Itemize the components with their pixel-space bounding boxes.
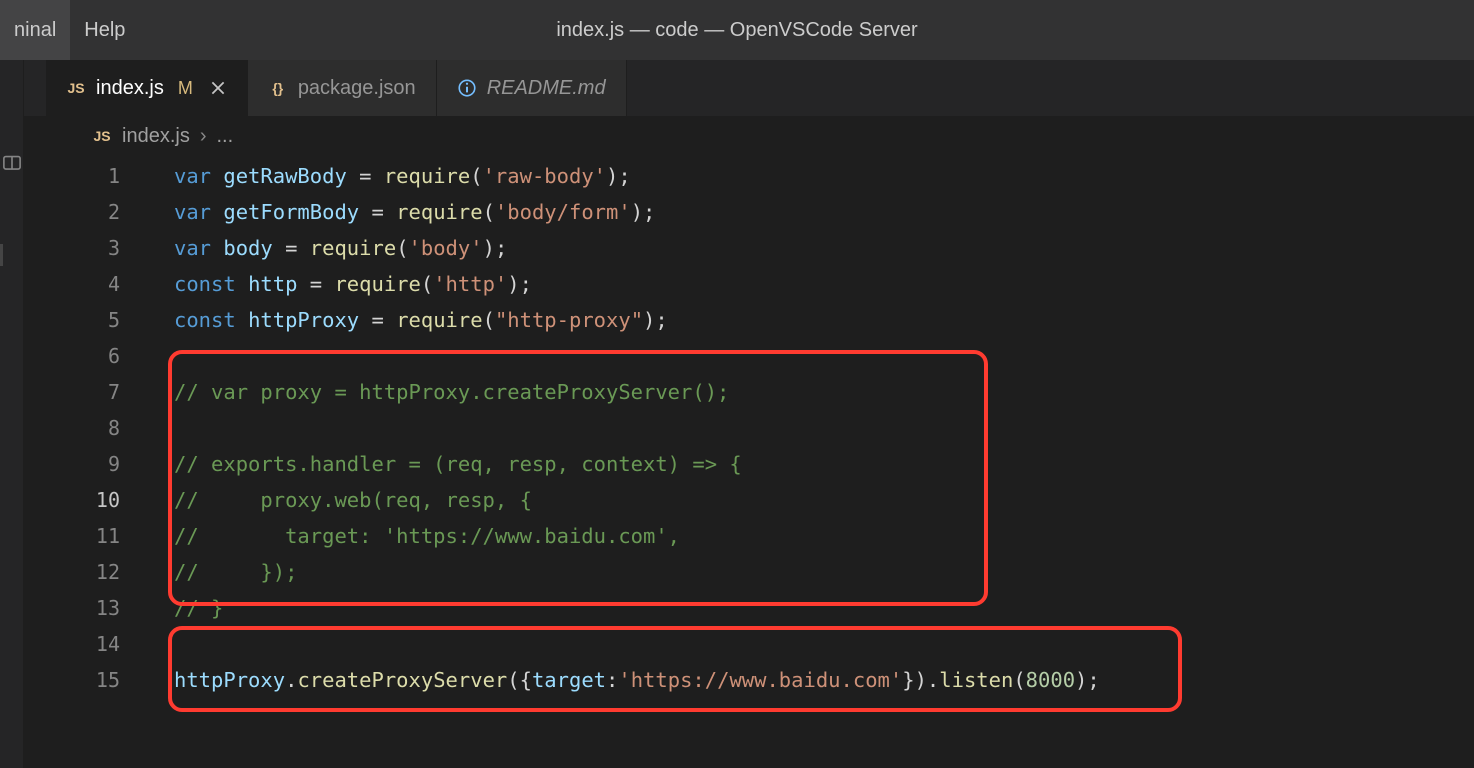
tab-label: index.js xyxy=(96,77,164,100)
tab-label: package.json xyxy=(298,77,416,100)
code-line[interactable]: var body = require('body'); xyxy=(174,230,1474,266)
editor-area: JS index.js M {} package.json xyxy=(24,60,1474,768)
line-number: 2 xyxy=(24,194,154,230)
js-file-icon: JS xyxy=(66,80,86,96)
layout-icon[interactable] xyxy=(2,154,22,178)
code-line[interactable]: var getFormBody = require('body/form'); xyxy=(174,194,1474,230)
js-file-icon: JS xyxy=(92,128,112,144)
tab-label: README.md xyxy=(487,77,606,100)
code-line[interactable]: httpProxy.createProxyServer({target:'htt… xyxy=(174,662,1474,698)
line-number: 10 xyxy=(24,482,154,518)
code-line[interactable]: // var proxy = httpProxy.createProxyServ… xyxy=(174,374,1474,410)
line-number: 1 xyxy=(24,158,154,194)
line-number: 4 xyxy=(24,266,154,302)
info-icon xyxy=(457,78,477,98)
code-line[interactable] xyxy=(174,626,1474,662)
tab-readme-md[interactable]: README.md xyxy=(437,60,627,116)
line-number: 3 xyxy=(24,230,154,266)
breadcrumbs[interactable]: JS index.js › ... xyxy=(24,116,1474,156)
code-line[interactable]: // proxy.web(req, resp, { xyxy=(174,482,1474,518)
code-content[interactable]: var getRawBody = require('raw-body'); va… xyxy=(174,158,1474,698)
line-number: 13 xyxy=(24,590,154,626)
code-line[interactable]: // target: 'https://www.baidu.com', xyxy=(174,518,1474,554)
line-number: 6 xyxy=(24,338,154,374)
line-number: 14 xyxy=(24,626,154,662)
code-line[interactable]: // }); xyxy=(174,554,1474,590)
code-line[interactable] xyxy=(174,338,1474,374)
line-number: 8 xyxy=(24,410,154,446)
code-line[interactable]: // exports.handler = (req, resp, context… xyxy=(174,446,1474,482)
tab-package-json[interactable]: {} package.json xyxy=(248,60,437,116)
line-number: 11 xyxy=(24,518,154,554)
code-line[interactable]: var getRawBody = require('raw-body'); xyxy=(174,158,1474,194)
code-editor[interactable]: 1 2 3 4 5 6 7 8 9 10 11 12 13 14 15 var … xyxy=(24,156,1474,768)
tab-index-js[interactable]: JS index.js M xyxy=(46,60,248,116)
activity-present-indicator xyxy=(0,244,3,266)
json-file-icon: {} xyxy=(268,80,288,96)
breadcrumb-file: index.js xyxy=(122,125,190,148)
activity-bar xyxy=(0,60,24,768)
code-line[interactable]: // } xyxy=(174,590,1474,626)
main-area: JS index.js M {} package.json xyxy=(0,60,1474,768)
window-title: index.js — code — OpenVSCode Server xyxy=(556,19,917,42)
menu-item-help[interactable]: Help xyxy=(70,0,139,60)
line-number: 9 xyxy=(24,446,154,482)
code-line[interactable]: const httpProxy = require("http-proxy"); xyxy=(174,302,1474,338)
code-line[interactable] xyxy=(174,410,1474,446)
code-line[interactable]: const http = require('http'); xyxy=(174,266,1474,302)
tab-bar: JS index.js M {} package.json xyxy=(24,60,1474,116)
line-number: 7 xyxy=(24,374,154,410)
tab-modified-badge: M xyxy=(178,78,193,99)
menu-bar: ninal Help xyxy=(0,0,139,60)
title-bar: ninal Help index.js — code — OpenVSCode … xyxy=(0,0,1474,60)
line-number-gutter: 1 2 3 4 5 6 7 8 9 10 11 12 13 14 15 xyxy=(24,156,154,698)
menu-item-terminal[interactable]: ninal xyxy=(0,0,70,60)
line-number: 5 xyxy=(24,302,154,338)
breadcrumb-trail: ... xyxy=(216,125,233,148)
close-icon[interactable] xyxy=(209,79,227,97)
line-number: 15 xyxy=(24,662,154,698)
chevron-right-icon: › xyxy=(200,125,207,148)
line-number: 12 xyxy=(24,554,154,590)
